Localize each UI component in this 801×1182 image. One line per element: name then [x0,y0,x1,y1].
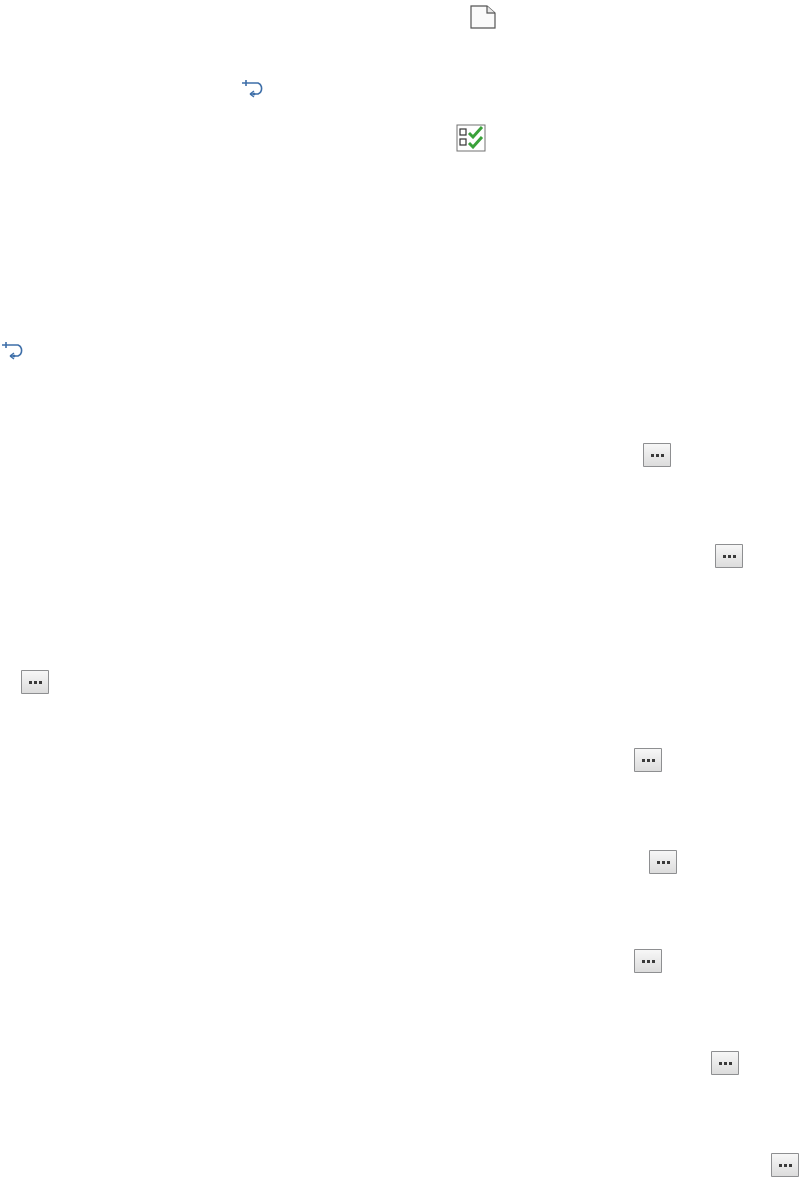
ellipsis-button[interactable] [634,748,662,772]
ellipsis-button[interactable] [711,1051,739,1075]
ellipsis-icon [718,1061,732,1065]
ellipsis-button[interactable] [21,670,49,694]
ellipsis-icon [641,758,655,762]
ellipsis-button[interactable] [634,949,662,973]
ellipsis-icon [722,554,736,558]
ellipsis-icon [656,860,670,864]
ellipsis-icon [650,453,664,457]
ellipsis-button[interactable] [649,850,677,874]
ellipsis-button[interactable] [771,1153,799,1177]
loop-return-icon[interactable] [0,340,28,360]
ellipsis-icon [641,959,655,963]
document-icon[interactable] [469,4,497,30]
checklist-icon[interactable] [456,124,486,152]
ellipsis-icon [28,680,42,684]
loop-return-icon[interactable] [240,78,268,98]
ellipsis-button[interactable] [715,544,743,568]
ellipsis-button[interactable] [643,443,671,467]
ellipsis-icon [778,1163,792,1167]
